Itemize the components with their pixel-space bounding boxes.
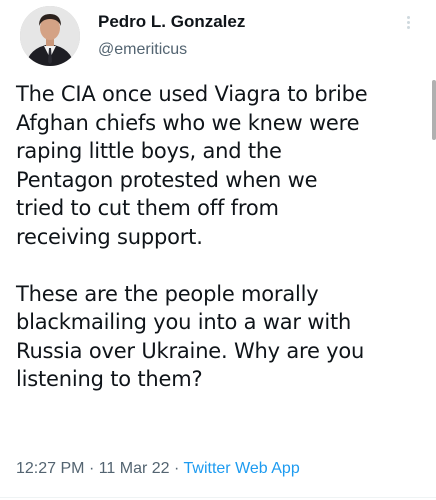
tweet-line: Afghan chiefs who we knew were [16,110,360,135]
tweet-line: receiving support. [16,224,203,249]
tweet-date[interactable]: 11 Mar 22 [99,460,170,477]
author-handle[interactable]: @emeriticus [98,40,245,60]
tweet-paragraph: These are the people morally blackmailin… [16,280,424,394]
tweet-paragraph: The CIA once used Viagra to bribe Afghan… [16,80,424,251]
tweet-line: raping little boys, and the [16,139,282,163]
tweet-line: Russia over Ukraine. Why are you [16,338,365,363]
source-app-link[interactable]: Twitter Web App [184,460,300,477]
tweet-line: These are the people morally [16,281,319,306]
avatar-image [20,6,80,66]
tweet-line: The CIA once used Viagra to bribe [16,82,368,106]
tweet-line: blackmailing you into a war with [16,310,352,334]
tweet-line: Pentagon protested when we [16,167,318,192]
tweet-meta: 12:27 PM · 11 Mar 22 · Twitter Web App [16,460,300,478]
meta-separator: · [88,460,95,477]
tweet-card: Pedro L. Gonzalez @emeriticus The CIA on… [0,0,436,500]
meta-separator: · [174,460,180,477]
author-names: Pedro L. Gonzalez @emeriticus [98,12,245,60]
scrollbar[interactable] [432,80,436,140]
tweet-line: tried to cut them off from [16,196,279,220]
tweet-header: Pedro L. Gonzalez @emeriticus [18,6,418,70]
author-display-name[interactable]: Pedro L. Gonzalez [98,12,245,32]
tweet-line: listening to them? [16,367,203,391]
tweet-text: The CIA once used Viagra to bribe Afghan… [16,80,424,394]
avatar[interactable] [20,6,80,66]
tweet-time[interactable]: 12:27 PM [16,460,84,477]
more-vertical-icon[interactable] [400,14,416,36]
divider [0,497,436,498]
